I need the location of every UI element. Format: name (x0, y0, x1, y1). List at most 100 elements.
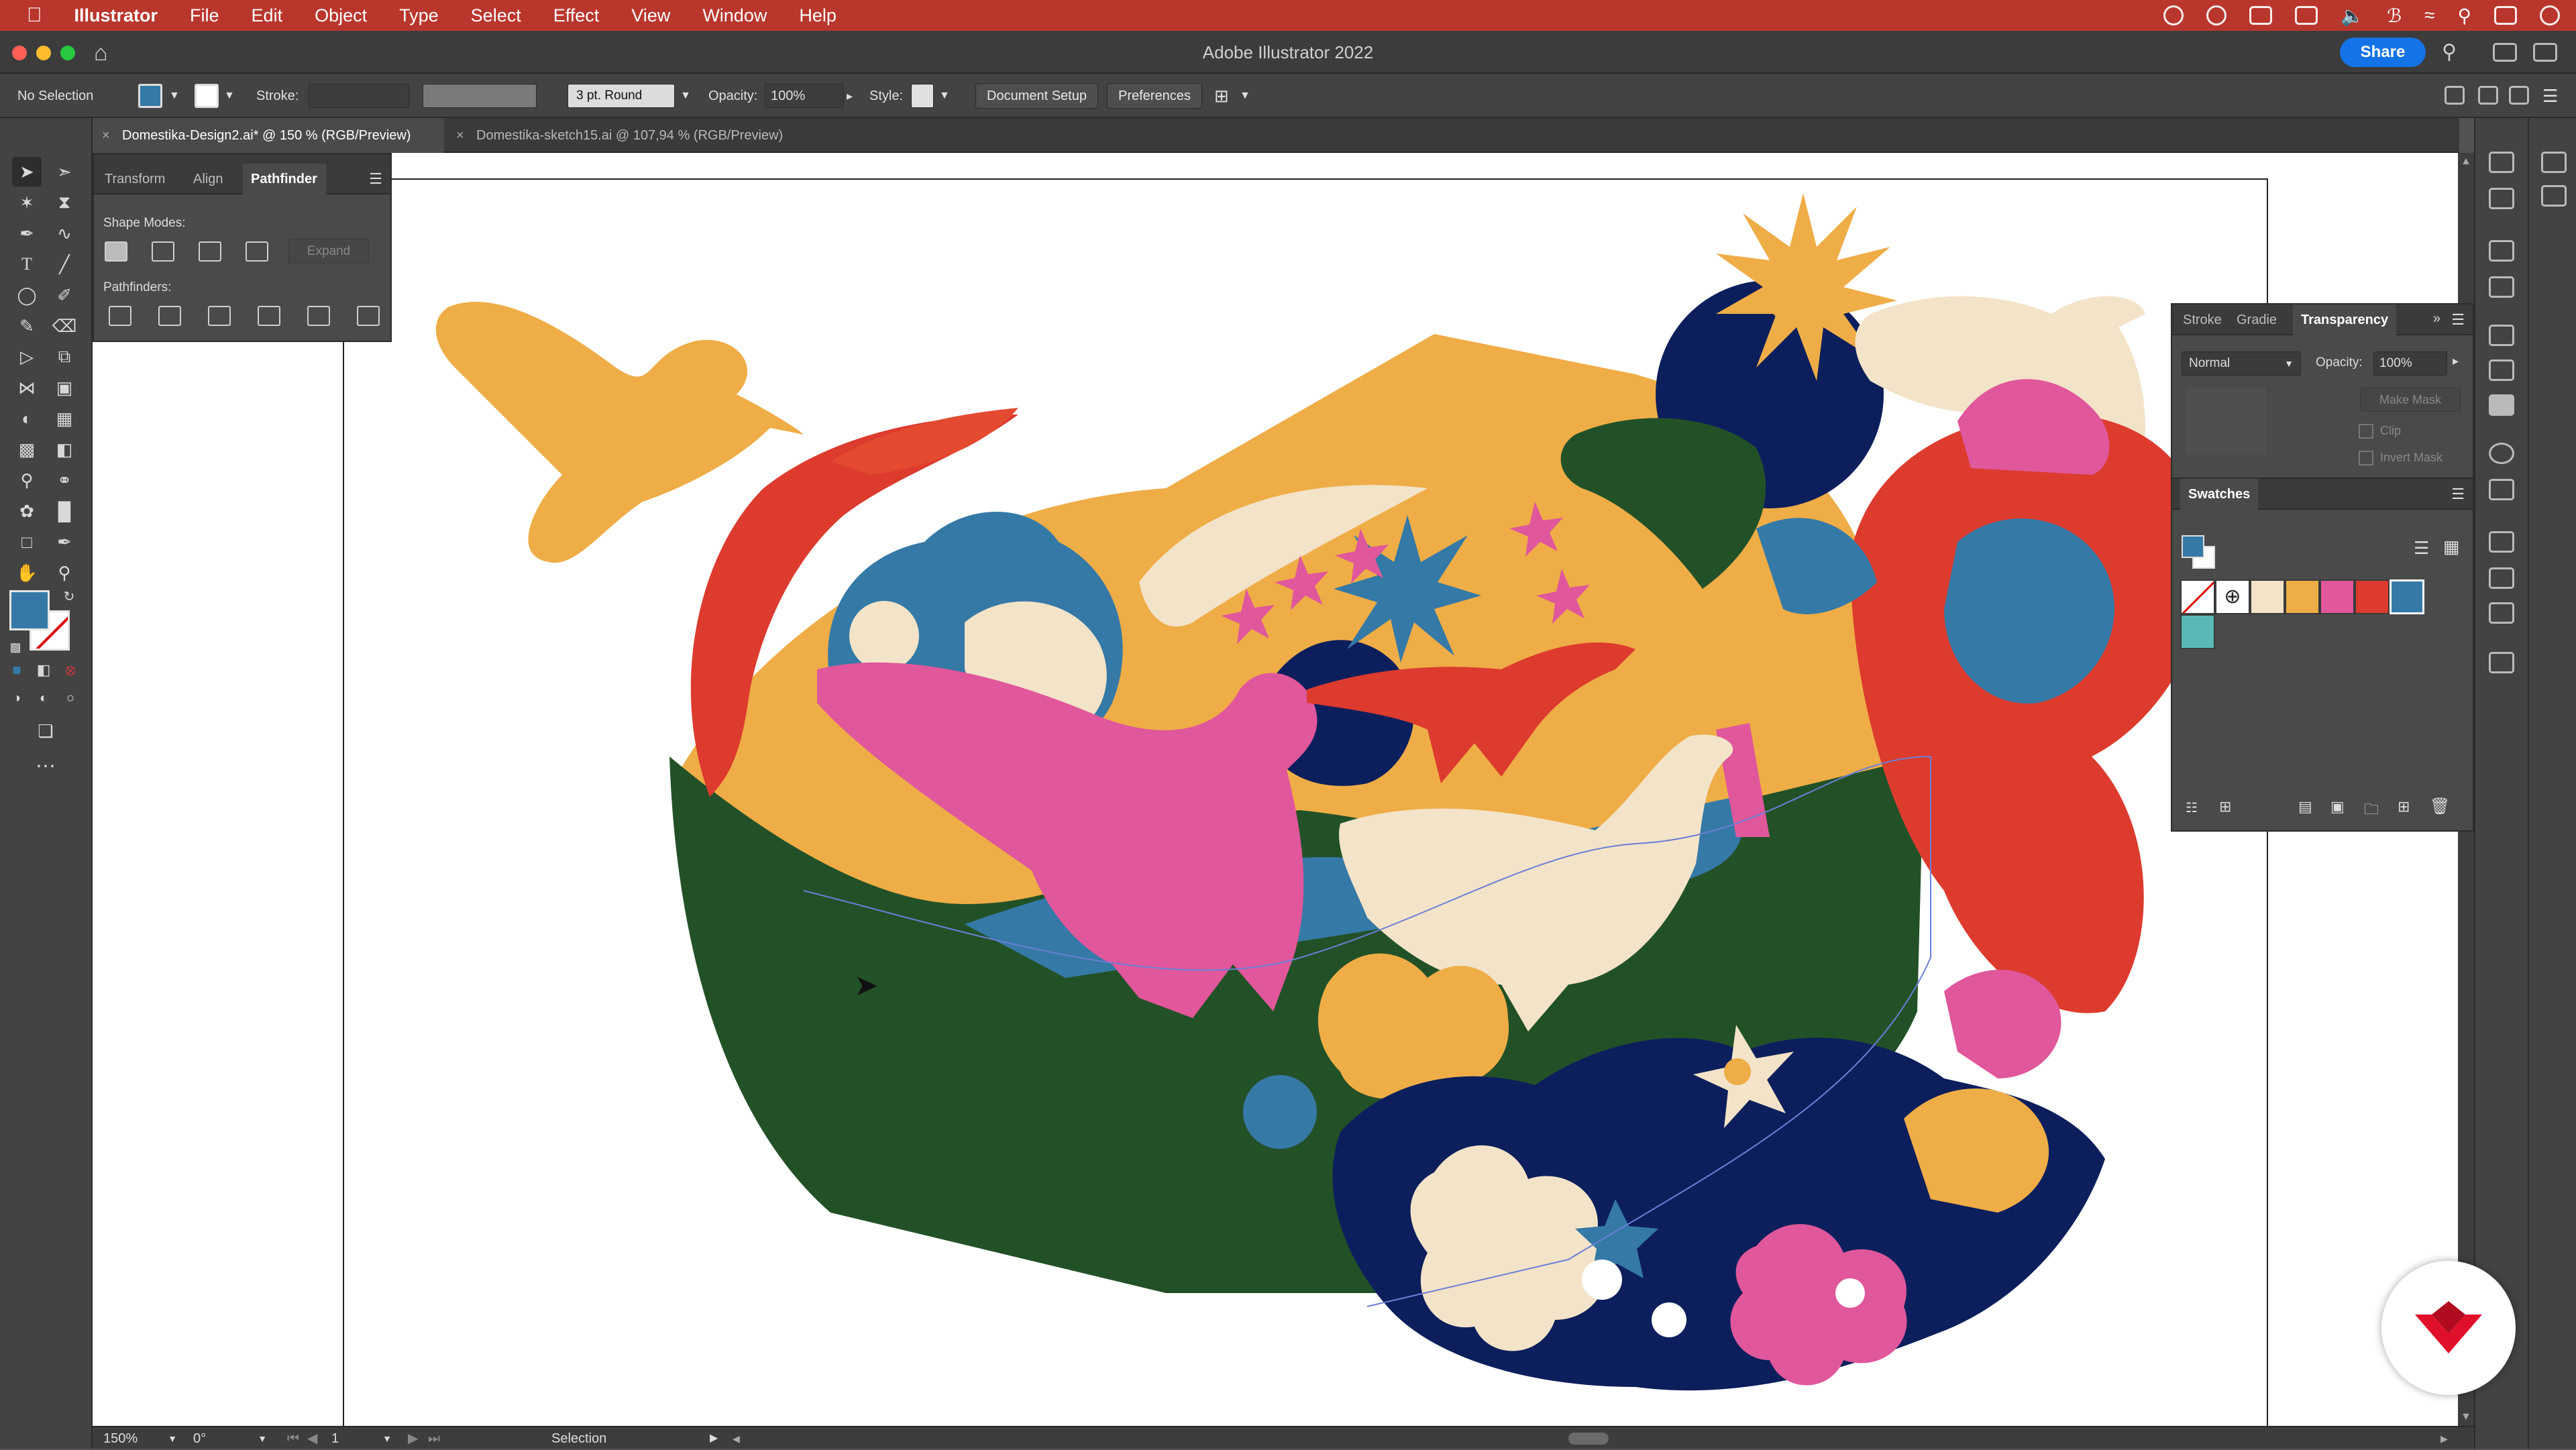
panel-menu-icon[interactable]: ☰ (369, 170, 382, 188)
last-artboard-icon[interactable]: ⏭ (428, 1427, 440, 1450)
menu-effect[interactable]: Effect (537, 5, 616, 26)
draw-inside-icon[interactable]: ○ (60, 688, 80, 708)
menu-view[interactable]: View (615, 5, 686, 26)
arrange-documents-icon[interactable] (2533, 43, 2557, 62)
scroll-left-icon[interactable]: ◀ (733, 1427, 740, 1450)
status-menu-icon[interactable]: ▶ (710, 1427, 718, 1450)
preferences-button[interactable]: Preferences (1107, 83, 1202, 109)
curvature-tool-icon[interactable]: ∿ (50, 219, 79, 248)
swatch-options-icon[interactable]: ▤ (2298, 798, 2312, 816)
chevron-right-icon[interactable]: ▸ (847, 74, 853, 118)
panel-menu-icon[interactable]: ☰ (2451, 311, 2465, 329)
menu-file[interactable]: File (174, 5, 235, 26)
menu-app-illustrator[interactable]: Illustrator (58, 5, 174, 26)
swatch-fill-indicator[interactable] (2182, 535, 2204, 558)
merge-button[interactable] (208, 306, 231, 326)
screen-mode-icon[interactable]: ❏ (31, 716, 60, 746)
chevron-down-icon[interactable]: ▼ (939, 74, 950, 118)
document-canvas[interactable]: ➤ (93, 153, 2459, 1426)
artboard-tool-icon[interactable]: □ (12, 527, 42, 557)
swatch-cream[interactable] (2250, 579, 2285, 614)
pencil-tool-icon[interactable]: ✎ (12, 311, 42, 341)
unite-button[interactable] (105, 241, 127, 262)
delete-swatch-icon[interactable]: 🗑 (2430, 797, 2450, 816)
creative-cloud-icon[interactable] (2163, 5, 2184, 25)
artboards-icon[interactable] (2489, 602, 2514, 624)
tab-transparency[interactable]: Transparency (2293, 304, 2397, 335)
shape-builder-tool-icon[interactable]: ◐ (12, 404, 42, 433)
default-fill-stroke-icon[interactable]: ▩ (5, 637, 25, 657)
new-swatch-icon[interactable]: ⊞ (2398, 798, 2410, 816)
panel-menu-icon[interactable]: ☰ (2542, 74, 2558, 118)
tab-align[interactable]: Align (191, 164, 237, 194)
next-artboard-icon[interactable]: ▶ (408, 1427, 418, 1450)
tab-gradient[interactable]: Gradie (2237, 304, 2277, 335)
siri-icon[interactable] (2540, 5, 2560, 25)
close-tab-icon[interactable]: × (456, 118, 464, 153)
hand-tool-icon[interactable]: ✋ (12, 558, 42, 588)
stroke-panel-icon[interactable] (2489, 325, 2514, 346)
panel-grip[interactable] (94, 154, 390, 164)
pen-tool-icon[interactable]: ✒ (12, 219, 42, 248)
flag-icon[interactable] (2295, 6, 2318, 25)
stroke-color-box[interactable] (195, 84, 219, 108)
expand-button[interactable]: Expand (288, 239, 369, 264)
chevron-down-icon[interactable]: ▼ (680, 74, 691, 118)
tab-domestika-sketch15[interactable]: × Domestika-sketch15.ai @ 107,94 % (RGB/… (447, 118, 822, 153)
brush-definition-dropdown[interactable]: 3 pt. Round (568, 84, 675, 108)
illustration-artwork[interactable] (93, 153, 2459, 1426)
graphic-style-swatch[interactable] (911, 84, 934, 108)
column-graph-tool-icon[interactable]: █ (50, 496, 79, 526)
document-setup-button[interactable]: Document Setup (975, 83, 1098, 109)
reflect-tool-icon[interactable]: ▷ (12, 342, 42, 372)
swatch-orange[interactable] (2285, 579, 2320, 614)
menu-type[interactable]: Type (383, 5, 455, 26)
control-panel-icon[interactable] (2541, 152, 2567, 173)
outline-button[interactable] (307, 306, 330, 326)
menu-help[interactable]: Help (783, 5, 853, 26)
new-folder-icon[interactable]: 🗀 (2364, 798, 2379, 824)
menu-edit[interactable]: Edit (235, 5, 299, 26)
comments-icon[interactable] (2489, 652, 2514, 673)
previous-artboard-icon[interactable]: ◀ (307, 1427, 317, 1450)
zoom-level-dropdown[interactable]: 150% ▼ (103, 1427, 177, 1450)
blend-mode-dropdown[interactable]: Normal ▼ (2182, 351, 2301, 376)
magic-wand-tool-icon[interactable]: ✶ (12, 188, 42, 217)
properties-icon[interactable] (2489, 188, 2514, 209)
swap-fill-stroke-icon[interactable]: ↻ (59, 586, 79, 606)
lasso-tool-icon[interactable]: ⧗ (50, 188, 79, 217)
bluetooth-icon[interactable]: ℬ (2387, 5, 2402, 27)
fill-color-box[interactable] (138, 84, 162, 108)
chevron-down-icon[interactable]: ▼ (224, 74, 235, 118)
grid-view-icon[interactable]: ▦ (2443, 537, 2460, 557)
fill-color-swatch[interactable] (9, 590, 50, 630)
libraries-icon[interactable] (2489, 152, 2514, 173)
graphic-styles-icon[interactable] (2489, 479, 2514, 500)
list-view-icon[interactable]: ☰ (2414, 538, 2429, 559)
search-help-icon[interactable]: ⚲ (2442, 40, 2457, 64)
trim-button[interactable] (158, 306, 181, 326)
gradient-panel-icon[interactable] (2489, 359, 2514, 381)
workspace-switcher-icon[interactable] (2493, 43, 2517, 62)
control-center-icon[interactable] (2494, 6, 2517, 25)
chevron-right-icon[interactable]: ▸ (2453, 354, 2459, 368)
swatch-none[interactable] (2180, 579, 2215, 614)
wifi-icon[interactable]: ≈ (2424, 5, 2434, 26)
invert-mask-checkbox[interactable] (2359, 451, 2373, 465)
tab-domestika-design2[interactable]: × Domestika-Design2.ai* @ 150 % (RGB/Pre… (93, 118, 444, 153)
appearance-icon[interactable] (2489, 443, 2514, 464)
paintbrush-tool-icon[interactable]: ✐ (50, 280, 79, 310)
show-swatch-kinds-icon[interactable]: ⊞ (2219, 798, 2231, 816)
gradient-tool-icon[interactable]: ◧ (50, 435, 79, 464)
align-artboard-icon[interactable] (2445, 86, 2465, 105)
draw-normal-icon[interactable]: ◑ (7, 688, 27, 708)
edit-toolbar-icon[interactable]: ⋯ (31, 751, 60, 781)
eyedropper-tool-icon[interactable]: ⚲ (12, 465, 42, 495)
divide-button[interactable] (109, 306, 131, 326)
color-mode-icon[interactable]: ■ (7, 660, 27, 680)
puppet-warp-icon[interactable] (2489, 240, 2514, 262)
exclude-button[interactable] (246, 241, 268, 262)
swatch-blue[interactable] (2390, 579, 2424, 614)
minus-back-button[interactable] (357, 306, 380, 326)
intersect-button[interactable] (199, 241, 221, 262)
